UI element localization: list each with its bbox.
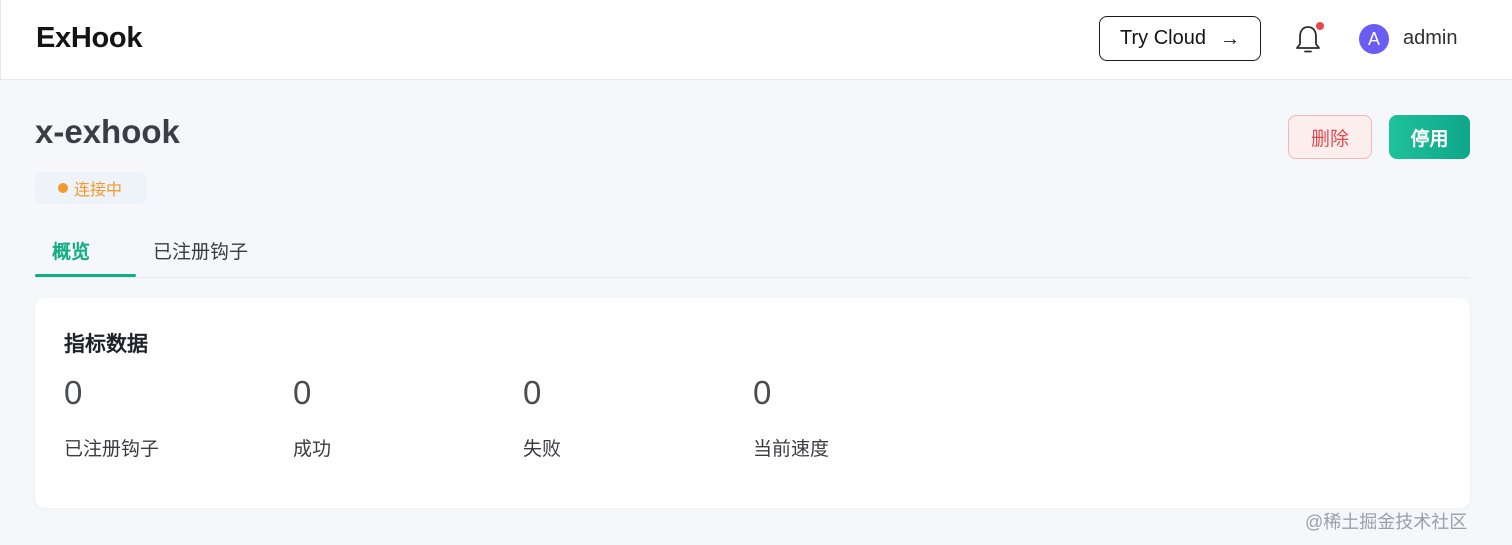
status-badge: 连接中 [35,172,147,204]
metric-value: 0 [753,374,772,411]
tab-registered-hooks[interactable]: 已注册钩子 [153,237,248,264]
metric-current-rate: 0 当前速度 [753,374,829,461]
tab-bar: 概览 已注册钩子 [35,222,1470,278]
metric-value: 0 [293,374,312,411]
metric-success: 0 成功 [293,374,331,461]
avatar[interactable]: A [1359,24,1389,54]
try-cloud-button[interactable]: Try Cloud → [1099,16,1261,61]
metric-registered-hooks: 0 已注册钩子 [64,374,159,461]
watermark: @稀土掘金技术社区 [1305,512,1468,532]
metric-label: 当前速度 [753,439,830,460]
top-bar: ExHook Try Cloud → A admin [0,0,1512,80]
metric-label: 成功 [293,439,332,460]
metric-label: 失败 [523,439,562,460]
page-title: x-exhook [35,113,180,150]
metric-value: 0 [64,374,83,411]
metric-label: 已注册钩子 [64,439,160,460]
notification-button[interactable] [1294,22,1326,56]
status-text: 连接中 [74,182,123,199]
metric-value: 0 [523,374,542,411]
notification-dot [1316,22,1324,30]
metrics-card-title: 指标数据 [64,333,148,356]
active-tab-indicator [35,274,136,277]
arrow-right-icon: → [1219,27,1240,50]
disable-button[interactable]: 停用 [1389,115,1470,159]
delete-button[interactable]: 删除 [1288,115,1372,159]
try-cloud-label: Try Cloud [1120,27,1206,49]
username[interactable]: admin [1403,27,1457,50]
tab-overview[interactable]: 概览 [52,237,90,264]
status-dot-icon [58,183,68,193]
metric-failed: 0 失败 [523,374,561,461]
brand-logo[interactable]: ExHook [36,22,142,55]
metrics-card: 指标数据 0 已注册钩子 0 成功 0 失败 0 当前速度 [35,298,1470,508]
